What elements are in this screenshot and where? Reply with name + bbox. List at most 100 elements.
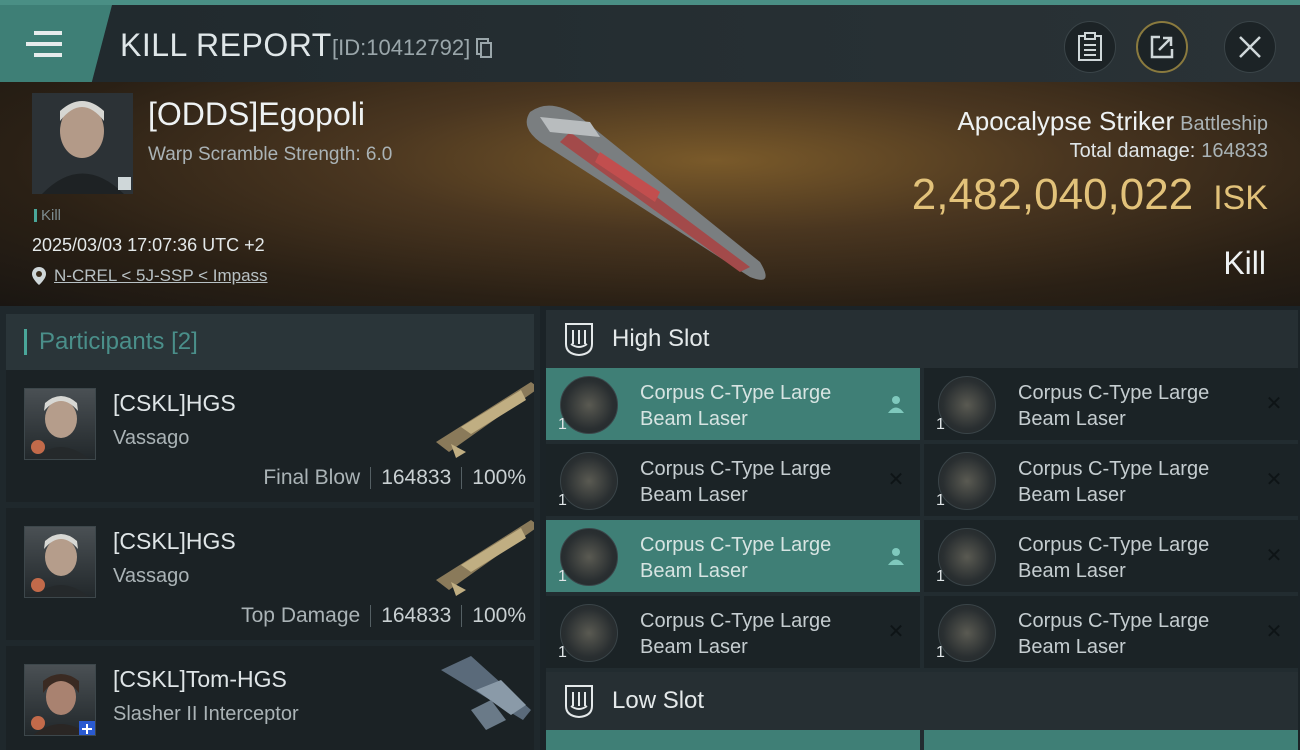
participant-row[interactable]: [CSKL]Tom-HGS Slasher II Interceptor (6, 646, 534, 750)
participant-row[interactable]: [CSKL]HGS Vassago Final Blow 164833 100% (6, 370, 534, 502)
module-quantity: 1 (936, 492, 945, 509)
destroyed-icon: ✕ (1265, 393, 1283, 415)
module-slot[interactable]: 1 Corpus C-Type Large Beam Laser (546, 520, 920, 592)
module-icon (938, 376, 996, 434)
module-slot[interactable]: 1 Corpus C-Type Large Beam Laser ✕ (924, 520, 1298, 592)
module-name: Corpus C-Type Large Beam Laser (1018, 458, 1210, 506)
close-icon (1239, 36, 1261, 58)
participant-damage: 164833 (381, 466, 452, 489)
kill-tag: Kill (34, 207, 61, 224)
participant-role: Top Damage (241, 604, 361, 627)
low-slot-icon (565, 685, 593, 718)
kill-datetime: 2025/03/03 17:07:36 UTC +2 (32, 235, 265, 255)
high-slot-icon (565, 323, 593, 356)
page-title: KILL REPORT (120, 27, 332, 63)
high-slot-header: High Slot (546, 310, 1298, 368)
participant-avatar[interactable] (24, 388, 96, 460)
module-quantity: 1 (936, 416, 945, 433)
module-quantity: 1 (558, 568, 567, 585)
kill-tag-bar (34, 209, 37, 222)
clipboard-icon (1078, 32, 1102, 61)
kill-location[interactable]: N-CREL < 5J-SSP < Impass (32, 266, 268, 286)
module-slot[interactable]: 1 Corpus C-Type Large Beam Laser ✕ (546, 596, 920, 668)
participant-ship-image (436, 382, 534, 458)
participant-ship-image (441, 656, 531, 730)
copy-icon[interactable] (476, 38, 493, 58)
victim-portrait[interactable] (32, 93, 133, 194)
module-name: Corpus C-Type Large Beam Laser (640, 534, 832, 582)
participant-name[interactable]: [CSKL]HGS (113, 528, 236, 555)
fitting-panel: High Slot 1 Corpus C-Type Large Beam Las… (546, 310, 1298, 750)
destroyed-icon: ✕ (1265, 469, 1283, 491)
module-name: Corpus C-Type Large Beam Laser (1018, 382, 1210, 430)
module-quantity: 1 (558, 492, 567, 509)
victim-avatar-image (32, 93, 133, 194)
participant-avatar[interactable] (24, 664, 96, 736)
dropped-icon (886, 394, 906, 414)
warp-scramble-strength: Warp Scramble Strength: 6.0 (148, 144, 393, 165)
participant-stats: Final Blow 164833 100% (263, 466, 526, 490)
clipboard-button[interactable] (1064, 21, 1116, 73)
participants-header[interactable]: Participants [2] (6, 314, 534, 370)
kill-tag-label: Kill (41, 207, 62, 224)
location-text[interactable]: N-CREL < 5J-SSP < Impass (54, 266, 268, 286)
share-button[interactable] (1136, 21, 1188, 73)
stats-divider (370, 605, 372, 627)
ship-title: Apocalypse Striker Battleship (957, 106, 1268, 137)
module-icon (560, 376, 618, 434)
module-slot[interactable]: 1 Corpus C-Type Large Beam Laser ✕ (924, 368, 1298, 440)
module-name: Corpus C-Type Large Beam Laser (1018, 534, 1210, 582)
participant-ship: Slasher II Interceptor (113, 703, 299, 725)
participants-header-bar (24, 329, 27, 355)
destroyed-icon: ✕ (887, 621, 905, 643)
module-slot[interactable]: 1 Corpus C-Type Large Beam Laser ✕ (924, 444, 1298, 516)
module-slot[interactable]: 1 Corpus C-Type Large Beam Laser ✕ (924, 596, 1298, 668)
isk-amount: 2,482,040,022 (911, 170, 1194, 219)
module-slot[interactable]: 1 Corpus C-Type Large Beam Laser (546, 368, 920, 440)
low-slot-module-peek[interactable] (924, 730, 1298, 750)
participant-portrait-image (31, 674, 95, 735)
menu-button[interactable] (0, 5, 112, 82)
module-name: Corpus C-Type Large Beam Laser (1018, 610, 1210, 658)
destroyed-icon: ✕ (887, 469, 905, 491)
module-icon (938, 452, 996, 510)
participant-ship: Vassago (113, 427, 190, 449)
total-damage: Total damage: 164833 (1070, 140, 1268, 163)
ship-name[interactable]: Apocalypse Striker (957, 106, 1174, 136)
low-slot-label: Low Slot (612, 687, 705, 714)
participant-name[interactable]: [CSKL]HGS (113, 390, 236, 417)
module-icon (560, 528, 618, 586)
kill-id: [ID:10412792] (332, 35, 493, 61)
participant-portrait-image (31, 396, 89, 459)
participant-damage-pct: 100% (472, 466, 526, 489)
participant-stats: Top Damage 164833 100% (241, 604, 526, 628)
high-slot-label: High Slot (612, 325, 710, 352)
ship-class: Battleship (1180, 113, 1268, 135)
module-quantity: 1 (558, 644, 567, 661)
stats-divider (370, 467, 372, 489)
low-slot-module-peek[interactable] (546, 730, 920, 750)
module-slot[interactable]: 1 Corpus C-Type Large Beam Laser ✕ (546, 444, 920, 516)
top-bar: KILL REPORT [ID:10412792] (0, 0, 1300, 82)
kill-id-text: [ID:10412792] (332, 35, 471, 60)
participant-ship: Vassago (113, 565, 190, 587)
participants-panel: Participants [2] [CSKL]HGS Vassago Final… (0, 306, 540, 750)
participant-avatar[interactable] (24, 526, 96, 598)
module-name: Corpus C-Type Large Beam Laser (640, 382, 832, 430)
participant-role: Final Blow (263, 466, 361, 489)
destroyed-icon: ✕ (1265, 621, 1283, 643)
module-name: Corpus C-Type Large Beam Laser (640, 610, 832, 658)
stats-divider (461, 605, 463, 627)
low-slot-header: Low Slot (546, 672, 1298, 730)
module-icon (560, 452, 618, 510)
participant-row[interactable]: [CSKL]HGS Vassago Top Damage 164833 100% (6, 508, 534, 640)
module-icon (938, 604, 996, 662)
participant-name[interactable]: [CSKL]Tom-HGS (113, 666, 287, 693)
isk-value: 2,482,040,022 ISK (912, 170, 1268, 220)
participants-label: Participants (39, 328, 165, 355)
close-button[interactable] (1224, 21, 1276, 73)
total-damage-value: 164833 (1201, 140, 1268, 162)
module-icon (560, 604, 618, 662)
victim-name[interactable]: [ODDS]Egopoli (148, 96, 365, 133)
destroyed-icon: ✕ (1265, 545, 1283, 567)
